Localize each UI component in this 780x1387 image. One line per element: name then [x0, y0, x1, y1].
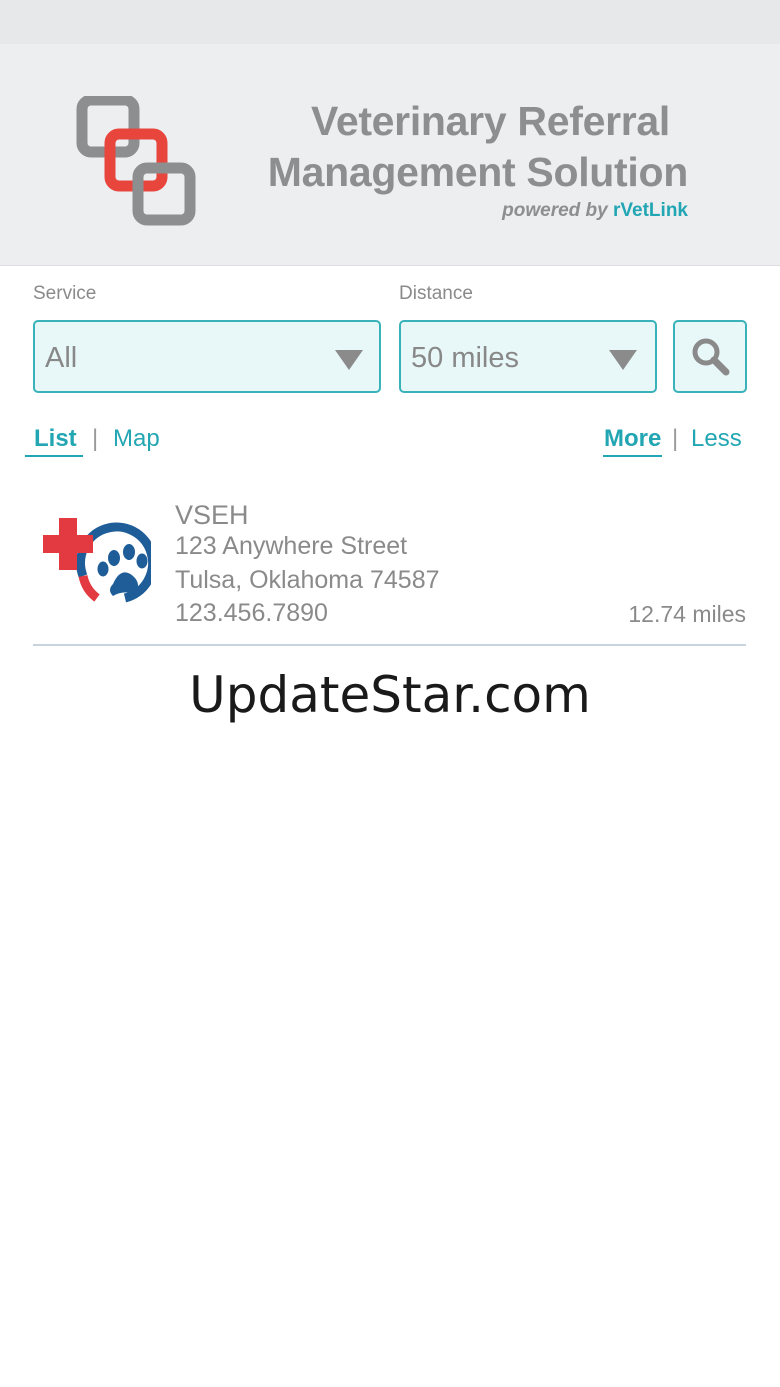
- service-select[interactable]: All: [33, 320, 381, 393]
- clinic-name: VSEH: [175, 500, 249, 530]
- view-toggle-separator: |: [92, 425, 99, 452]
- powered-by-tagline: powered by rVetLink: [400, 200, 688, 222]
- service-select-value: All: [45, 342, 78, 374]
- list-tab-underline: [25, 455, 83, 457]
- powered-by-brand: rVetLink: [613, 200, 688, 221]
- powered-by-prefix: powered by: [502, 200, 608, 221]
- clinic-street: 123 Anywhere Street: [175, 532, 408, 560]
- watermark-text: UpdateStar.com: [189, 666, 591, 724]
- more-detail-toggle[interactable]: More: [604, 425, 661, 453]
- more-toggle-underline: [603, 455, 662, 457]
- distance-select-value: 50 miles: [411, 342, 519, 374]
- vet-clinic-logo: [43, 518, 151, 603]
- map-view-tab[interactable]: Map: [113, 425, 160, 453]
- list-item[interactable]: VSEH 123 Anywhere Street Tulsa, Oklahoma…: [33, 490, 746, 646]
- distance-select[interactable]: 50 miles: [399, 320, 657, 393]
- app-title-line1: Veterinary Referral: [311, 98, 670, 144]
- search-button[interactable]: [673, 320, 747, 393]
- chain-links-logo: [76, 96, 196, 226]
- chevron-down-icon: [335, 350, 363, 370]
- detail-toggle-separator: |: [672, 425, 679, 452]
- service-label: Service: [33, 283, 97, 304]
- clinic-city: Tulsa, Oklahoma 74587: [175, 566, 440, 594]
- app-title: Veterinary Referral Management Solution: [230, 96, 700, 198]
- list-view-tab[interactable]: List: [34, 425, 77, 453]
- app-title-line2: Management Solution: [267, 149, 689, 195]
- clinic-distance: 12.74 miles: [628, 601, 746, 627]
- distance-label: Distance: [399, 283, 473, 304]
- app-header-banner: Veterinary Referral Management Solution …: [0, 44, 780, 266]
- clinic-phone[interactable]: 123.456.7890: [175, 599, 328, 628]
- chevron-down-icon: [609, 350, 637, 370]
- less-detail-toggle[interactable]: Less: [691, 425, 742, 453]
- search-icon: [692, 338, 730, 376]
- status-bar: [0, 0, 780, 44]
